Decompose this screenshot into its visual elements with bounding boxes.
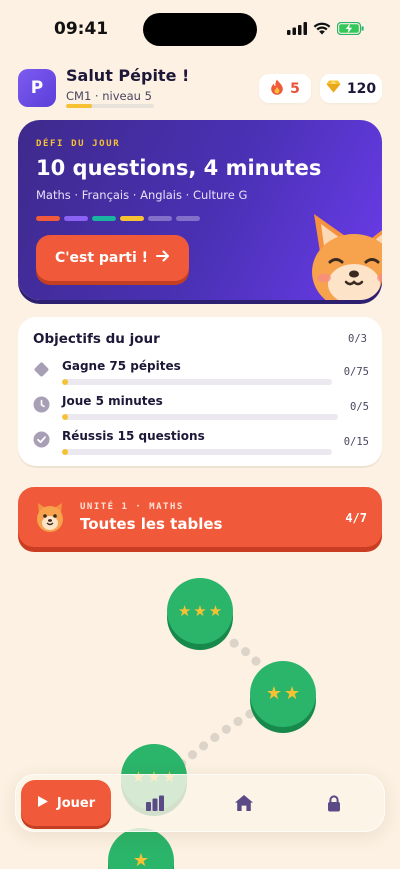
challenge-segment (92, 216, 116, 221)
objective-progress-fill (62, 379, 68, 385)
objective-progress-bar (62, 379, 332, 385)
play-icon (37, 795, 49, 812)
daily-objectives-card: Objectifs du jour 0/3 Gagne 75 pépites 0… (18, 317, 382, 466)
gems-badge[interactable]: 120 (320, 74, 382, 103)
objective-value: 0/5 (350, 401, 369, 413)
objective-item[interactable]: Réussis 15 questions 0/15 (33, 429, 369, 459)
objective-progress-bar (62, 449, 332, 455)
challenge-segment (120, 216, 144, 221)
level-label: CM1 · niveau 5 (66, 89, 152, 103)
stats-icon[interactable] (143, 791, 167, 815)
gem-icon (326, 80, 341, 97)
battery-charging-icon (336, 20, 364, 39)
challenge-segments (36, 216, 200, 221)
star-icon: ★ (193, 601, 207, 620)
fox-face-icon (34, 501, 66, 537)
clock-icon (33, 396, 50, 413)
wifi-icon (313, 20, 331, 39)
dynamic-island (143, 13, 257, 46)
star-icon: ★ (132, 850, 150, 869)
objective-value: 0/75 (343, 366, 369, 378)
challenge-segment (64, 216, 88, 221)
unit-title: Toutes les tables (80, 515, 223, 533)
challenge-subjects: Maths · Français · Anglais · Culture G (36, 188, 248, 202)
daily-challenge-card[interactable]: DÉFI DU JOUR 10 questions, 4 minutes Mat… (18, 120, 382, 300)
start-challenge-label: C'est parti ! (54, 250, 149, 266)
objective-label: Gagne 75 pépites (62, 359, 181, 373)
flame-icon (270, 79, 284, 99)
objective-progress-fill (62, 449, 68, 455)
lesson-node[interactable]: ★ ★ ★ (167, 578, 233, 644)
avatar[interactable]: P (18, 69, 56, 107)
streak-badge[interactable]: 5 (259, 74, 311, 103)
star-icon: ★ (284, 683, 301, 704)
challenge-segment (148, 216, 172, 221)
lock-icon[interactable] (322, 791, 346, 815)
objective-progress-fill (62, 414, 68, 420)
fox-mascot (296, 212, 382, 300)
lesson-node[interactable]: ★ ★ (250, 661, 316, 727)
nav-play-button[interactable]: Jouer (21, 780, 111, 826)
arrow-right-icon (156, 250, 170, 266)
objectives-title: Objectifs du jour (33, 331, 160, 347)
gems-count: 120 (346, 80, 377, 97)
home-icon[interactable] (232, 791, 256, 815)
signal-icon (287, 20, 307, 39)
unit-eyebrow: UNITÉ 1 · MATHS (80, 502, 184, 512)
objective-item[interactable]: Joue 5 minutes 0/5 (33, 394, 369, 424)
challenge-title: 10 questions, 4 minutes (36, 156, 322, 180)
objective-item[interactable]: Gagne 75 pépites 0/75 (33, 359, 369, 389)
status-icons (287, 20, 364, 39)
diamond-icon (33, 361, 50, 378)
status-time: 09:41 (54, 19, 109, 39)
streak-count: 5 (290, 80, 300, 97)
xp-progress-bar (66, 104, 154, 108)
start-challenge-button[interactable]: C'est parti ! (36, 235, 189, 281)
unit-progress: 4/7 (345, 511, 367, 525)
unit-banner[interactable]: UNITÉ 1 · MATHS Toutes les tables 4/7 (18, 487, 382, 547)
objectives-count: 0/3 (348, 333, 367, 345)
challenge-eyebrow: DÉFI DU JOUR (36, 139, 121, 149)
objective-value: 0/15 (343, 436, 369, 448)
nav-play-label: Jouer (56, 795, 96, 811)
star-icon: ★ (208, 601, 223, 620)
xp-progress-fill (66, 104, 93, 108)
bottom-nav: Jouer (15, 774, 385, 832)
objective-label: Réussis 15 questions (62, 429, 205, 443)
star-icon: ★ (265, 683, 282, 704)
greeting: Salut Pépite ! (66, 66, 190, 85)
check-icon (33, 431, 50, 448)
status-bar: 09:41 (0, 0, 400, 58)
challenge-segment (36, 216, 60, 221)
objective-label: Joue 5 minutes (62, 394, 163, 408)
challenge-segment (176, 216, 200, 221)
star-icon: ★ (177, 601, 192, 620)
objective-progress-bar (62, 414, 338, 420)
